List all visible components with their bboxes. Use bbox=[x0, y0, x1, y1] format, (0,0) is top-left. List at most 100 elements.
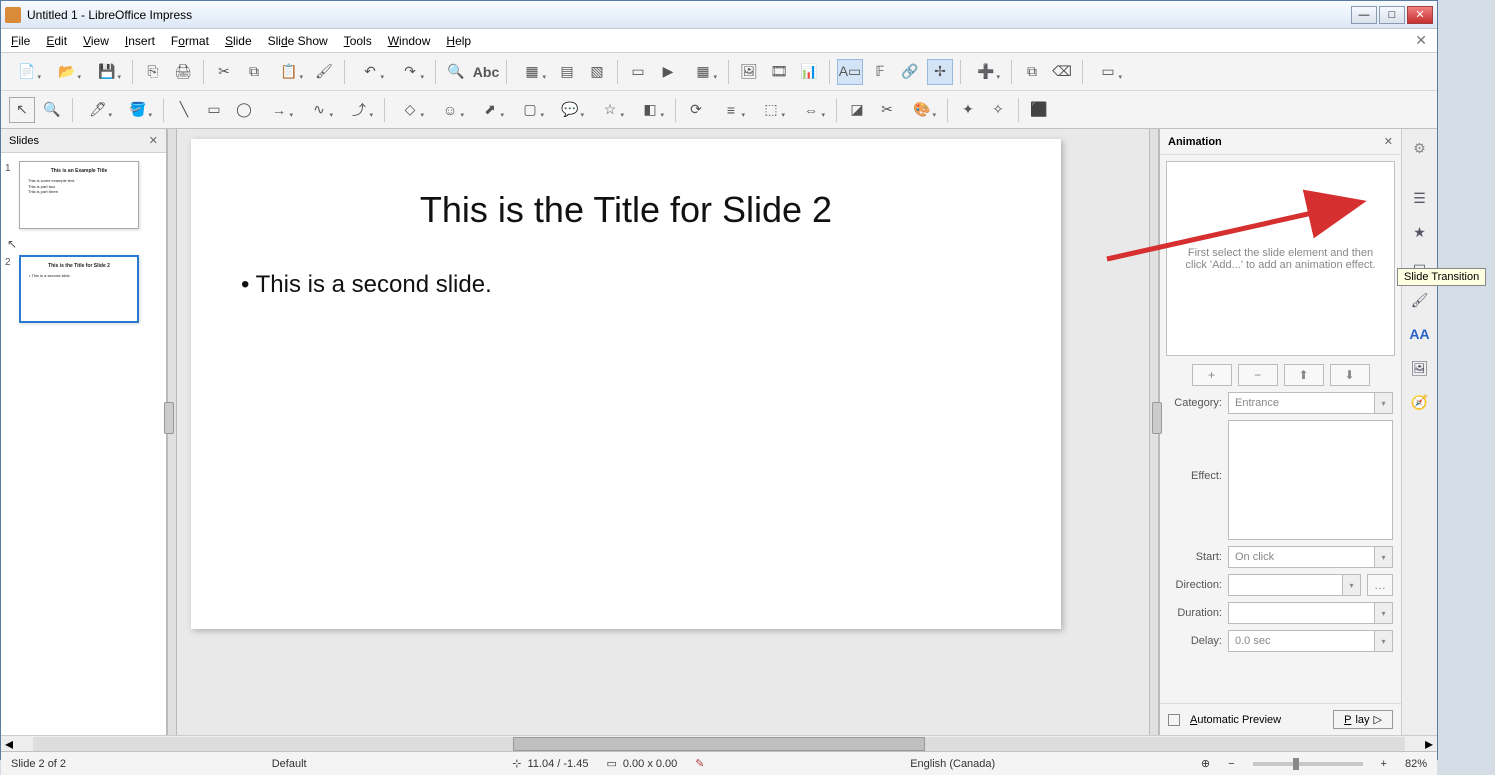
menu-format[interactable]: Format bbox=[171, 34, 209, 48]
minimize-button[interactable]: — bbox=[1351, 6, 1377, 24]
select-tool-button[interactable]: ↖ bbox=[9, 97, 35, 123]
master-slide-button[interactable]: ▭ bbox=[625, 59, 651, 85]
open-button[interactable]: 📂 bbox=[49, 59, 85, 85]
move-up-button[interactable]: ⬆ bbox=[1284, 364, 1324, 386]
doc-close-icon[interactable]: ✕ bbox=[1415, 32, 1427, 49]
spellcheck-button[interactable]: Abc bbox=[473, 59, 499, 85]
master-slides-tab-icon[interactable]: AA bbox=[1407, 321, 1433, 347]
remove-animation-button[interactable]: − bbox=[1238, 364, 1278, 386]
insert-av-button[interactable]: 🎞 bbox=[766, 59, 792, 85]
close-button[interactable]: ✕ bbox=[1407, 6, 1433, 24]
slide-canvas[interactable]: This is the Title for Slide 2 • This is … bbox=[191, 139, 1061, 629]
slides-panel-close-icon[interactable]: ✕ bbox=[149, 134, 158, 147]
zoom-in-icon[interactable]: + bbox=[1381, 758, 1387, 770]
play-button[interactable]: Play ▷ bbox=[1333, 710, 1393, 729]
stars-button[interactable]: ☆ bbox=[592, 97, 628, 123]
menu-file[interactable]: File bbox=[11, 34, 30, 48]
show-draw-functions-button[interactable]: ✢ bbox=[927, 59, 953, 85]
basic-shapes-button[interactable]: ◇ bbox=[392, 97, 428, 123]
menu-insert[interactable]: Insert bbox=[125, 34, 155, 48]
delay-input[interactable]: 0.0 sec▾ bbox=[1228, 630, 1393, 652]
direction-options-button[interactable]: … bbox=[1367, 574, 1393, 596]
find-button[interactable]: 🔍 bbox=[443, 59, 469, 85]
menu-slide[interactable]: Slide bbox=[225, 34, 252, 48]
symbol-shapes-button[interactable]: ☺ bbox=[432, 97, 468, 123]
arrow-tool-button[interactable]: → bbox=[261, 97, 297, 123]
styles-tab-icon[interactable]: 🖌 bbox=[1407, 287, 1433, 313]
direction-select[interactable]: ▾ bbox=[1228, 574, 1361, 596]
menu-tools[interactable]: Tools bbox=[344, 34, 372, 48]
paste-button[interactable]: 📋 bbox=[271, 59, 307, 85]
ellipse-tool-button[interactable]: ◯ bbox=[231, 97, 257, 123]
glue-points-button[interactable]: ✧ bbox=[985, 97, 1011, 123]
flowchart-button[interactable]: ▢ bbox=[512, 97, 548, 123]
zoom-tool-button[interactable]: 🔍 bbox=[39, 97, 65, 123]
callout-button[interactable]: 💬 bbox=[552, 97, 588, 123]
zoom-slider[interactable] bbox=[1253, 762, 1363, 766]
display-views-button[interactable]: ▧ bbox=[584, 59, 610, 85]
animation-tab-icon[interactable]: ★ bbox=[1407, 219, 1433, 245]
insert-chart-button[interactable]: 📊 bbox=[796, 59, 822, 85]
arrange-button[interactable]: ⬚ bbox=[753, 97, 789, 123]
duplicate-slide-button[interactable]: ⧉ bbox=[1019, 59, 1045, 85]
insert-textbox-button[interactable]: A▭ bbox=[837, 59, 863, 85]
maximize-button[interactable]: □ bbox=[1379, 6, 1405, 24]
navigator-tab-icon[interactable]: 🧭 bbox=[1407, 389, 1433, 415]
properties-tab-icon[interactable]: ☰ bbox=[1407, 185, 1433, 211]
zoom-out-icon[interactable]: − bbox=[1228, 758, 1234, 770]
move-down-button[interactable]: ⬇ bbox=[1330, 364, 1370, 386]
cut-button[interactable]: ✂ bbox=[211, 59, 237, 85]
auto-preview-checkbox[interactable] bbox=[1168, 714, 1180, 726]
horizontal-scrollbar[interactable]: ◂ ▸ bbox=[1, 735, 1437, 751]
save-button[interactable]: 💾 bbox=[89, 59, 125, 85]
delete-slide-button[interactable]: ⌫ bbox=[1049, 59, 1075, 85]
grid-button[interactable]: ▦ bbox=[514, 59, 550, 85]
slide-thumb-1[interactable]: 1 This is an Example Title This is some … bbox=[5, 161, 162, 229]
right-splitter[interactable] bbox=[1149, 129, 1159, 735]
zoom-value[interactable]: 82% bbox=[1405, 758, 1427, 770]
menu-slideshow[interactable]: Slide Show bbox=[268, 34, 328, 48]
crop-button[interactable]: ✂ bbox=[874, 97, 900, 123]
insert-fontwork-button[interactable]: 𝔽 bbox=[867, 59, 893, 85]
animation-panel-close-icon[interactable]: ✕ bbox=[1384, 135, 1393, 148]
duration-input[interactable]: ▾ bbox=[1228, 602, 1393, 624]
sidebar-settings-icon[interactable]: ⚙ bbox=[1407, 135, 1433, 161]
slide-layout-button[interactable]: ▭ bbox=[1090, 59, 1126, 85]
clone-format-button[interactable]: 🖌 bbox=[311, 59, 337, 85]
signature-icon[interactable]: ✎ bbox=[695, 757, 704, 770]
connector-tool-button[interactable]: ⤴ bbox=[341, 97, 377, 123]
line-color-button[interactable]: 🖊 bbox=[80, 97, 116, 123]
slide-bullet-text[interactable]: • This is a second slide. bbox=[241, 271, 1011, 299]
add-animation-button[interactable]: + bbox=[1192, 364, 1232, 386]
rect-tool-button[interactable]: ▭ bbox=[201, 97, 227, 123]
gallery-tab-icon[interactable]: 🖼 bbox=[1407, 355, 1433, 381]
block-arrows-button[interactable]: ⬈ bbox=[472, 97, 508, 123]
align-button[interactable]: ≡ bbox=[713, 97, 749, 123]
redo-button[interactable]: ↷ bbox=[392, 59, 428, 85]
start-first-button[interactable]: ▶ bbox=[655, 59, 681, 85]
slide-title-text[interactable]: This is the Title for Slide 2 bbox=[241, 189, 1011, 231]
menu-window[interactable]: Window bbox=[388, 34, 431, 48]
menu-help[interactable]: Help bbox=[446, 34, 471, 48]
fit-page-icon[interactable]: ⊕ bbox=[1201, 757, 1210, 770]
fill-color-button[interactable]: 🪣 bbox=[120, 97, 156, 123]
slide-thumb-2[interactable]: 2 This is the Title for Slide 2 • This i… bbox=[5, 255, 162, 323]
curve-tool-button[interactable]: ∿ bbox=[301, 97, 337, 123]
menu-edit[interactable]: Edit bbox=[46, 34, 67, 48]
extrusion-button[interactable]: ⬛ bbox=[1026, 97, 1052, 123]
animation-list[interactable]: First select the slide element and then … bbox=[1166, 161, 1395, 356]
effect-list[interactable] bbox=[1228, 420, 1393, 540]
distribute-button[interactable]: ⇔ bbox=[793, 97, 829, 123]
copy-button[interactable]: ⧉ bbox=[241, 59, 267, 85]
status-language[interactable]: English (Canada) bbox=[910, 758, 995, 770]
print-button[interactable]: 🖨 bbox=[170, 59, 196, 85]
points-button[interactable]: ✦ bbox=[955, 97, 981, 123]
layout-button[interactable]: ▤ bbox=[554, 59, 580, 85]
export-pdf-button[interactable]: ⎘ bbox=[140, 59, 166, 85]
new-doc-button[interactable]: 📄 bbox=[9, 59, 45, 85]
insert-hyperlink-button[interactable]: 🔗 bbox=[897, 59, 923, 85]
insert-table-button[interactable]: ▦ bbox=[685, 59, 721, 85]
menu-view[interactable]: View bbox=[83, 34, 109, 48]
category-select[interactable]: Entrance▾ bbox=[1228, 392, 1393, 414]
new-slide-button[interactable]: ➕ bbox=[968, 59, 1004, 85]
